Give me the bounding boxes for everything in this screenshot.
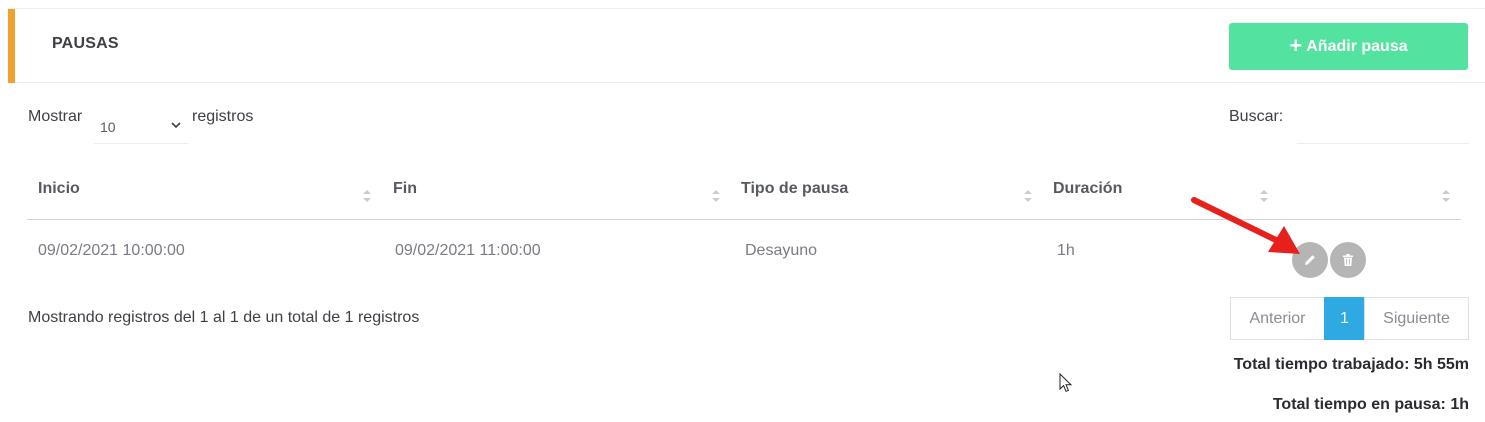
mouse-cursor-icon <box>1059 373 1073 393</box>
page-length-value: 10 <box>100 119 116 135</box>
total-paused: Total tiempo en pausa: 1h <box>1272 396 1469 413</box>
search-input[interactable] <box>1297 108 1469 144</box>
total-worked: Total tiempo trabajado: 5h 55m <box>1233 356 1469 373</box>
pagination-previous[interactable]: Anterior <box>1230 297 1325 340</box>
cell-duracion: 1h <box>1057 242 1075 259</box>
pagination-page-1[interactable]: 1 <box>1324 297 1365 340</box>
column-header-fin[interactable]: Fin <box>382 170 730 220</box>
pagination-next[interactable]: Siguiente <box>1364 297 1469 340</box>
show-label: Mostrar <box>28 108 83 125</box>
page-length-select[interactable]: 10 <box>94 110 188 144</box>
cell-inicio: 09/02/2021 10:00:00 <box>38 242 185 259</box>
sort-icon <box>712 190 720 202</box>
sort-icon <box>363 190 371 202</box>
trash-icon <box>1343 254 1353 266</box>
cell-fin: 09/02/2021 11:00:00 <box>395 242 541 259</box>
accent-bar <box>8 9 15 83</box>
records-label: registros <box>192 108 254 125</box>
column-header-inicio[interactable]: Inicio <box>27 170 382 220</box>
cell-tipo: Desayuno <box>745 242 818 259</box>
sort-icon <box>1442 190 1450 202</box>
chevron-down-icon <box>171 122 181 129</box>
column-header-tipo[interactable]: Tipo de pausa <box>730 170 1042 220</box>
delete-button[interactable] <box>1330 242 1366 278</box>
panel-header: PAUSAS + Añadir pausa <box>8 8 1485 83</box>
plus-icon: + <box>1289 32 1303 58</box>
add-pause-label: Añadir pausa <box>1306 37 1408 55</box>
search-label: Buscar: <box>1229 108 1284 125</box>
column-header-actions[interactable] <box>1282 170 1462 220</box>
add-pause-button[interactable]: + Añadir pausa <box>1229 23 1468 70</box>
pointer-arrow-icon <box>1191 197 1300 254</box>
table-info: Mostrando registros del 1 al 1 de un tot… <box>28 309 420 326</box>
panel-title: PAUSAS <box>52 35 119 52</box>
sort-icon <box>1024 190 1032 202</box>
